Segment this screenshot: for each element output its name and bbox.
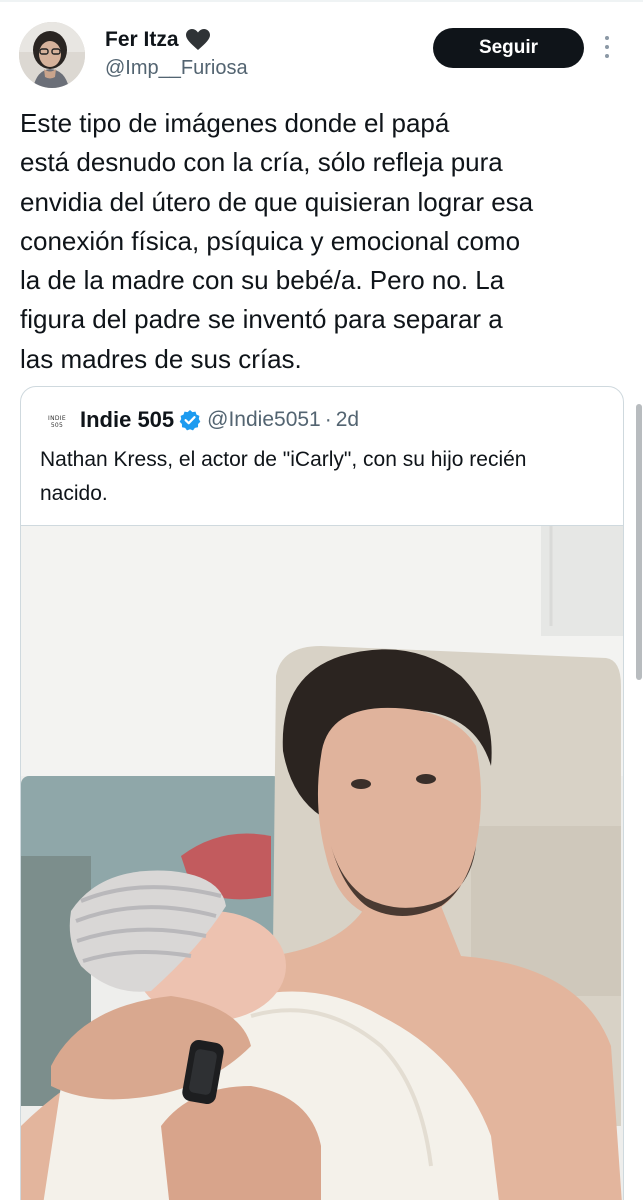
tweet-text: Este tipo de imágenes donde el papá está… xyxy=(20,108,534,374)
tweet-page: Fer Itza @Imp__Furiosa Seguir Este tipo … xyxy=(0,0,643,1200)
quoted-tweet-card[interactable]: INDIE 505 Indie 505 @Indie5051 · 2d Nath… xyxy=(20,386,624,1200)
scrollbar[interactable] xyxy=(636,404,642,680)
follow-button[interactable]: Seguir xyxy=(433,28,584,68)
verified-badge-icon xyxy=(179,409,201,431)
author-name-row[interactable]: Fer Itza xyxy=(105,26,211,54)
separator-dot: · xyxy=(324,408,332,431)
quoted-tweet-header: Indie 505 @Indie5051 · 2d xyxy=(80,405,359,435)
quoted-author-handle[interactable]: @Indie5051 xyxy=(207,408,321,432)
quoted-avatar-text-bottom: 505 xyxy=(50,422,64,429)
quoted-avatar-text-top: INDIE xyxy=(48,415,66,422)
black-heart-icon xyxy=(185,28,211,52)
author-handle[interactable]: @Imp__Furiosa xyxy=(105,57,248,80)
author-name[interactable]: Fer Itza xyxy=(105,28,179,52)
quoted-tweet-time[interactable]: 2d xyxy=(336,408,359,432)
quoted-tweet-text: Nathan Kress, el actor de "iCarly", con … xyxy=(40,448,527,505)
quoted-author-avatar[interactable]: INDIE 505 xyxy=(44,409,70,435)
more-options-icon[interactable] xyxy=(600,36,614,62)
author-avatar[interactable] xyxy=(19,22,85,88)
quoted-tweet-photo[interactable] xyxy=(21,525,623,1200)
tweet-header: Fer Itza @Imp__Furiosa Seguir xyxy=(0,0,643,100)
quoted-author-name[interactable]: Indie 505 xyxy=(80,407,174,433)
